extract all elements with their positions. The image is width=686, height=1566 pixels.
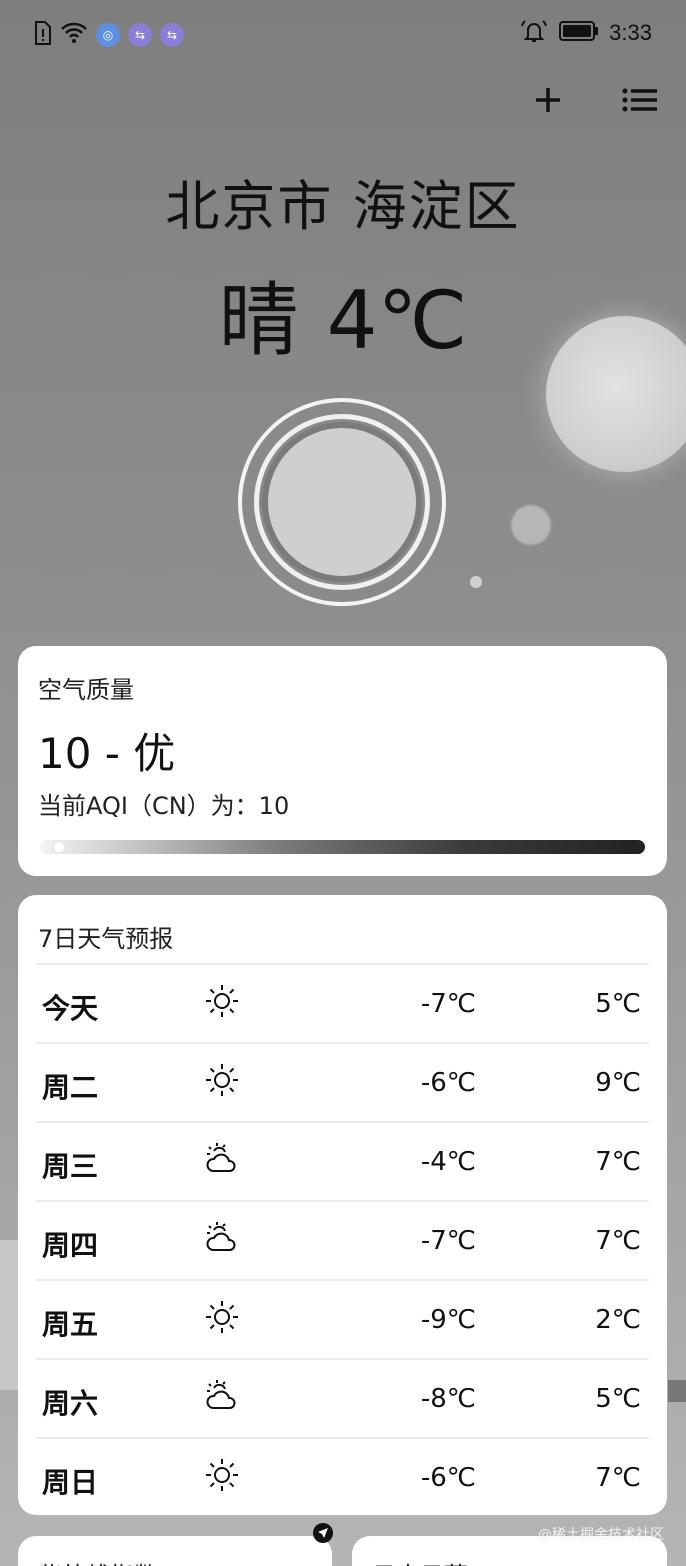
add-icon xyxy=(533,85,563,119)
weather-condition: 晴 xyxy=(218,274,299,367)
sun-icon xyxy=(204,1062,240,1098)
forecast-day: 今天 xyxy=(42,992,99,1025)
wifi-icon xyxy=(60,22,88,48)
list-menu-icon xyxy=(622,87,658,117)
forecast-low: -6℃ xyxy=(420,1068,476,1098)
background-shape xyxy=(0,1240,18,1390)
status-bar: ◎ ⇆ ⇆ 3:33 xyxy=(0,0,686,66)
forecast-high: 5℃ xyxy=(595,989,641,1019)
forecast-low: -9℃ xyxy=(420,1305,476,1335)
current-weather: 晴 4℃ xyxy=(0,256,686,372)
forecast-low: -6℃ xyxy=(420,1463,476,1493)
background-bubble xyxy=(511,505,551,545)
watermark: @稀土掘金技术社区 xyxy=(538,1527,664,1543)
forecast-high: 7℃ xyxy=(595,1226,641,1256)
forecast-row[interactable]: 今天 -7℃ 5℃ xyxy=(36,963,649,1042)
sun-icon xyxy=(204,1457,240,1493)
forecast-high: 9℃ xyxy=(595,1068,641,1098)
partly-cloudy-icon xyxy=(204,1378,240,1414)
city-list-button[interactable] xyxy=(620,82,660,122)
add-city-button[interactable] xyxy=(528,82,568,122)
forecast-day: 周日 xyxy=(42,1466,99,1499)
partly-cloudy-icon xyxy=(204,1141,240,1177)
forecast-title: 7日天气预报 xyxy=(38,925,174,953)
bell-ring-icon xyxy=(519,18,549,48)
status-bar-left: ◎ ⇆ ⇆ xyxy=(32,20,184,50)
forecast-day: 周三 xyxy=(42,1150,99,1183)
forecast-high: 2℃ xyxy=(595,1305,641,1335)
forecast-high: 5℃ xyxy=(595,1384,641,1414)
location-arrow-icon[interactable] xyxy=(313,1523,333,1543)
usb-icon: ⇆ xyxy=(160,23,184,47)
forecast-card: 7日天气预报 今天 -7℃ 5℃ 周二 -6℃ 9℃ 周三 -4℃ 7℃ 周四 … xyxy=(18,895,667,1515)
sunrise-sunset-title: 日出日落 xyxy=(372,1556,468,1566)
aqi-scale-bar xyxy=(40,840,645,854)
forecast-row[interactable]: 周五 -9℃ 2℃ xyxy=(36,1279,649,1358)
forecast-low: -8℃ xyxy=(420,1384,476,1414)
aqi-description: 当前AQI（CN）为：10 xyxy=(38,792,290,820)
forecast-low: -7℃ xyxy=(420,989,476,1019)
air-quality-title: 空气质量 xyxy=(38,676,134,704)
forecast-row[interactable]: 周三 -4℃ 7℃ xyxy=(36,1121,649,1200)
forecast-low: -7℃ xyxy=(420,1226,476,1256)
app-notification-icon: ◎ xyxy=(96,23,120,47)
forecast-day: 周六 xyxy=(42,1387,99,1420)
battery-icon xyxy=(559,20,599,46)
sim-alert-icon xyxy=(32,20,52,50)
sun-icon xyxy=(204,983,240,1019)
status-time: 3:33 xyxy=(609,20,652,45)
aqi-indicator xyxy=(52,840,66,854)
current-temperature: 4℃ xyxy=(326,274,468,367)
forecast-row[interactable]: 周日 -6℃ 7℃ xyxy=(36,1437,649,1516)
forecast-day: 周二 xyxy=(42,1071,99,1104)
forecast-day: 周五 xyxy=(42,1308,99,1341)
forecast-day: 周四 xyxy=(42,1229,99,1262)
uv-index-card[interactable]: 紫外线指数 xyxy=(18,1536,332,1566)
forecast-low: -4℃ xyxy=(420,1147,476,1177)
status-bar-right: 3:33 xyxy=(519,18,652,48)
uv-index-title: 紫外线指数 xyxy=(38,1556,158,1566)
location-title: 北京市 海淀区 xyxy=(165,175,521,238)
forecast-high: 7℃ xyxy=(595,1147,641,1177)
weather-icon-core xyxy=(262,422,422,582)
background-shape xyxy=(668,1380,686,1402)
forecast-row[interactable]: 周二 -6℃ 9℃ xyxy=(36,1042,649,1121)
aqi-value: 10 - 优 xyxy=(38,729,176,778)
partly-cloudy-icon xyxy=(204,1220,240,1256)
weather-sun-icon xyxy=(238,398,446,606)
forecast-row[interactable]: 周六 -8℃ 5℃ xyxy=(36,1358,649,1437)
forecast-list: 今天 -7℃ 5℃ 周二 -6℃ 9℃ 周三 -4℃ 7℃ 周四 -7℃ 7℃ … xyxy=(36,963,649,1516)
background-bubble-small xyxy=(470,576,482,588)
sun-icon xyxy=(204,1299,240,1335)
forecast-row[interactable]: 周四 -7℃ 7℃ xyxy=(36,1200,649,1279)
forecast-high: 7℃ xyxy=(595,1463,641,1493)
usb-icon: ⇆ xyxy=(128,23,152,47)
air-quality-card[interactable]: 空气质量 10 - 优 当前AQI（CN）为：10 xyxy=(18,646,667,876)
